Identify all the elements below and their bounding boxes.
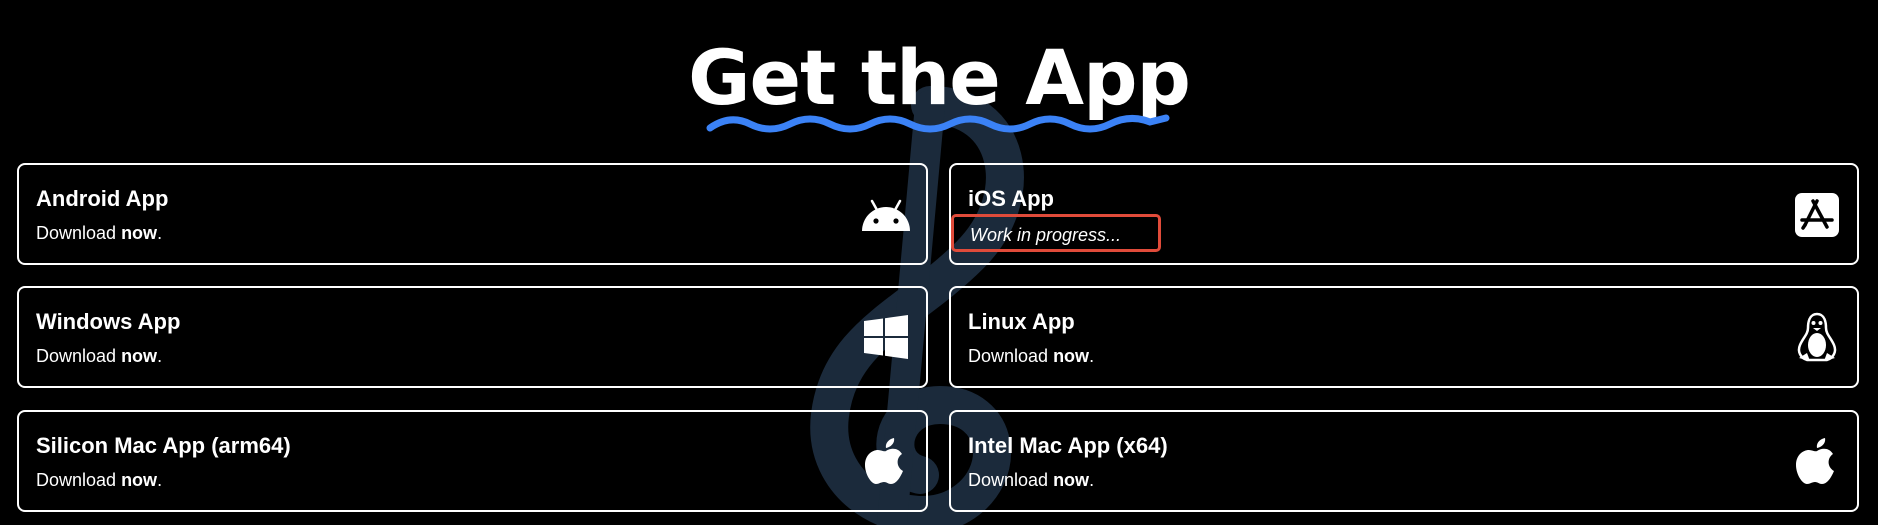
download-prefix: Download [36, 223, 122, 243]
android-icon [860, 189, 912, 241]
card-title: Linux App [968, 309, 1075, 334]
card-title: Intel Mac App (x64) [968, 433, 1168, 458]
download-now: now [121, 223, 158, 243]
linux-tux-icon [1791, 312, 1843, 364]
work-in-progress-highlight: Work in progress... [951, 214, 1161, 252]
download-suffix: . [157, 223, 163, 243]
download-suffix: . [1089, 346, 1095, 366]
download-prefix: Download [968, 470, 1054, 490]
card-subtitle: Download now. [36, 222, 162, 244]
card-subtitle: Download now. [36, 345, 162, 367]
download-now: now [121, 346, 158, 366]
status-text: Work in progress... [970, 225, 1122, 245]
android-app-card[interactable]: Android App Download now. [17, 163, 928, 265]
apple-icon [860, 436, 912, 488]
card-subtitle: Download now. [968, 345, 1094, 367]
card-title: Silicon Mac App (arm64) [36, 433, 291, 458]
download-prefix: Download [36, 470, 122, 490]
download-prefix: Download [36, 346, 122, 366]
intel-mac-app-card[interactable]: Intel Mac App (x64) Download now. [949, 410, 1859, 512]
download-now: now [121, 470, 158, 490]
title-underline-squiggle [706, 114, 1170, 133]
windows-icon [860, 312, 912, 364]
download-page: Get the App Android App Download now. iO… [0, 0, 1878, 525]
card-subtitle: Download now. [36, 469, 162, 491]
apple-icon [1791, 436, 1843, 488]
app-store-icon [1791, 189, 1843, 241]
download-now: now [1053, 346, 1090, 366]
card-title: Android App [36, 186, 169, 211]
ios-app-card[interactable]: iOS App Work in progress... [949, 163, 1859, 265]
download-suffix: . [157, 346, 163, 366]
download-now: now [1053, 470, 1090, 490]
linux-app-card[interactable]: Linux App Download now. [949, 286, 1859, 388]
download-suffix: . [157, 470, 163, 490]
windows-app-card[interactable]: Windows App Download now. [17, 286, 928, 388]
download-suffix: . [1089, 470, 1095, 490]
download-prefix: Download [968, 346, 1054, 366]
silicon-mac-app-card[interactable]: Silicon Mac App (arm64) Download now. [17, 410, 928, 512]
card-title: Windows App [36, 309, 181, 334]
card-title: iOS App [968, 186, 1054, 211]
card-subtitle: Download now. [968, 469, 1094, 491]
